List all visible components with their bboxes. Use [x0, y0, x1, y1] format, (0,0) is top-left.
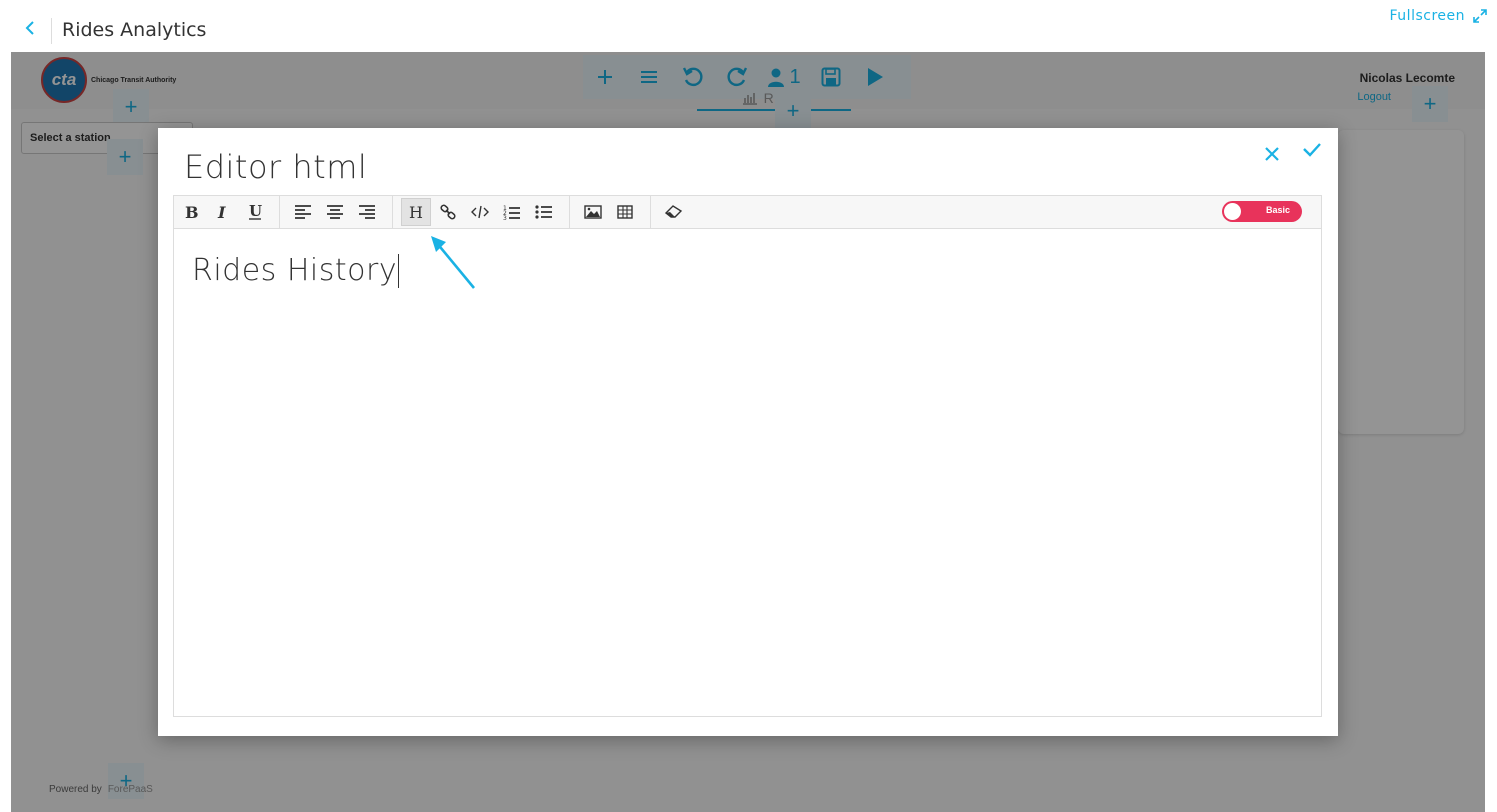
- italic-button[interactable]: I: [208, 198, 238, 226]
- ordered-list-icon: 123: [503, 205, 520, 220]
- toolbar-divider: [650, 196, 651, 228]
- svg-text:I: I: [217, 204, 226, 220]
- content-heading-text: Rides History: [192, 253, 398, 288]
- html-editor-modal: Editor html B I U H 1 2 3 Basic Rides Hi…: [158, 128, 1338, 736]
- editor-content-area[interactable]: Rides History: [174, 229, 1321, 716]
- unordered-list-button[interactable]: [529, 198, 559, 226]
- toggle-knob: [1224, 203, 1241, 220]
- code-button[interactable]: [465, 198, 495, 226]
- fullscreen-button[interactable]: Fullscreen: [1390, 8, 1487, 24]
- align-right-icon: [359, 205, 375, 219]
- rich-text-editor: B I U H 1 2 3 Basic Rides History: [173, 195, 1322, 717]
- mode-toggle-label: Basic: [1265, 205, 1291, 215]
- italic-icon: I: [217, 204, 226, 220]
- underline-button[interactable]: U: [240, 198, 270, 226]
- bold-icon: B: [185, 204, 198, 220]
- toolbar-divider: [569, 196, 570, 228]
- bold-button[interactable]: B: [176, 198, 206, 226]
- divider: [51, 18, 52, 44]
- link-button[interactable]: [433, 198, 463, 226]
- align-center-button[interactable]: [320, 198, 350, 226]
- heading-button[interactable]: H: [401, 198, 431, 226]
- image-icon: [584, 205, 602, 219]
- toolbar-divider: [279, 196, 280, 228]
- editor-toolbar: B I U H 1 2 3 Basic: [174, 196, 1321, 229]
- code-icon: [471, 205, 489, 219]
- confirm-button[interactable]: [1300, 138, 1324, 162]
- underline-icon: U: [249, 203, 262, 220]
- image-button[interactable]: [578, 198, 608, 226]
- back-button[interactable]: [24, 18, 40, 42]
- mode-toggle[interactable]: Basic: [1222, 201, 1302, 222]
- table-icon: [617, 205, 633, 219]
- svg-text:U: U: [249, 203, 262, 220]
- table-button[interactable]: [610, 198, 640, 226]
- top-bar: Rides Analytics Fullscreen: [0, 0, 1497, 52]
- expand-icon: [1473, 9, 1487, 23]
- ordered-list-button[interactable]: 123: [497, 198, 527, 226]
- annotation-arrow-icon: [431, 236, 476, 289]
- align-right-button[interactable]: [352, 198, 382, 226]
- align-center-icon: [327, 205, 343, 219]
- check-icon: [1303, 143, 1321, 157]
- svg-text:H: H: [409, 204, 423, 220]
- content-heading: Rides History: [192, 253, 400, 288]
- eraser-icon: [665, 205, 683, 218]
- chevron-left-icon: [25, 21, 34, 35]
- page-title: Rides Analytics: [62, 19, 207, 41]
- unordered-list-icon: [535, 205, 552, 219]
- text-caret: [398, 253, 400, 288]
- align-left-icon: [295, 205, 311, 219]
- toolbar-divider: [392, 196, 393, 228]
- eraser-button[interactable]: [659, 198, 689, 226]
- heading-icon: H: [409, 204, 423, 220]
- fullscreen-label: Fullscreen: [1389, 8, 1465, 24]
- close-button[interactable]: [1260, 140, 1284, 164]
- close-icon: [1265, 147, 1279, 161]
- svg-text:3: 3: [503, 215, 507, 220]
- align-left-button[interactable]: [288, 198, 318, 226]
- svg-text:B: B: [185, 204, 198, 220]
- link-icon: [440, 204, 456, 220]
- modal-title: Editor html: [184, 148, 368, 186]
